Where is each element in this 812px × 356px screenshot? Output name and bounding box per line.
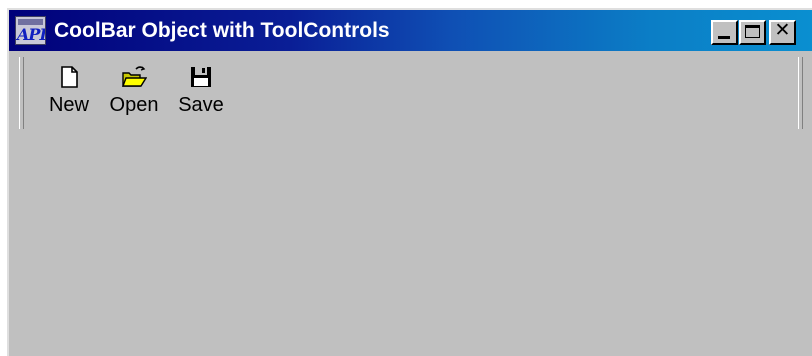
new-button[interactable]: New	[42, 64, 96, 124]
save-floppy-icon	[191, 67, 211, 87]
maximize-icon	[745, 25, 760, 38]
close-button[interactable]: ✕	[769, 20, 796, 45]
app-icon[interactable]: API	[15, 16, 46, 45]
new-document-icon	[61, 66, 78, 88]
coolbar-band-grip[interactable]	[19, 57, 24, 129]
coolbar: New Open Save	[12, 54, 812, 134]
title-bar[interactable]: API CoolBar Object with ToolControls ✕	[9, 10, 812, 51]
save-button[interactable]: Save	[172, 64, 230, 124]
new-button-label: New	[48, 94, 89, 116]
main-window: API CoolBar Object with ToolControls ✕ N…	[7, 8, 812, 356]
maximize-button[interactable]	[739, 20, 766, 45]
close-icon: ✕	[774, 19, 791, 41]
window-title: CoolBar Object with ToolControls	[54, 19, 390, 42]
minimize-button[interactable]	[711, 20, 738, 45]
minimize-icon	[718, 36, 730, 39]
open-button-label: Open	[109, 94, 159, 116]
open-button[interactable]: Open	[104, 64, 164, 124]
open-folder-icon	[121, 66, 147, 87]
save-button-label: Save	[178, 94, 224, 116]
app-icon-glyph: API	[17, 25, 46, 44]
coolbar-band-end	[798, 57, 803, 129]
